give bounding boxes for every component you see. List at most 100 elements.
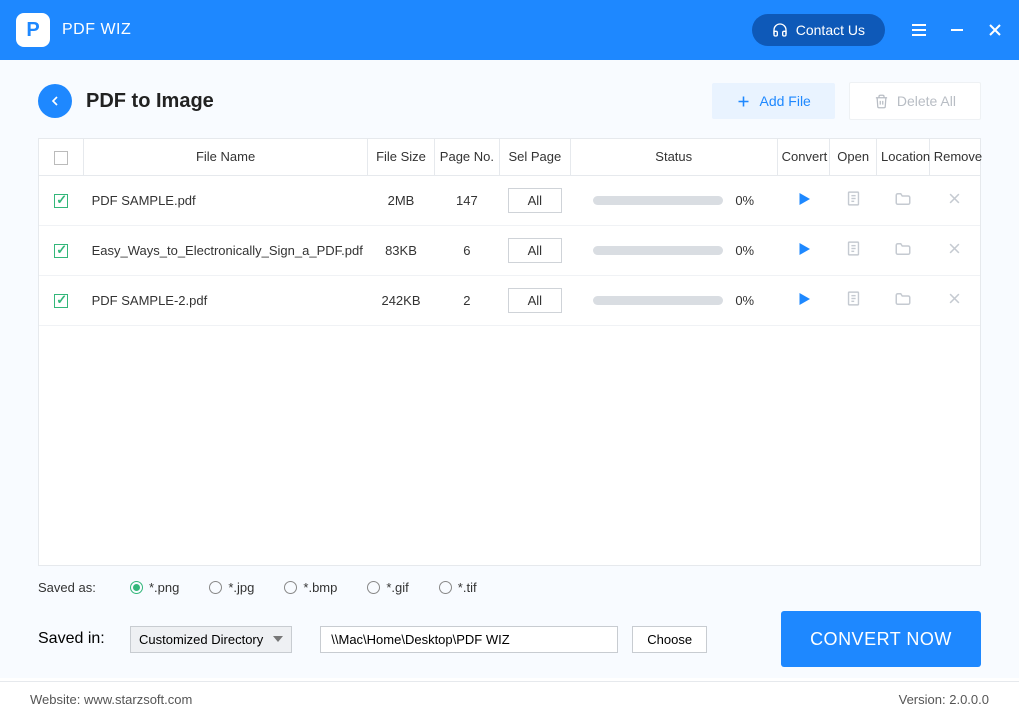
table-row: Easy_Ways_to_Electronically_Sign_a_PDF.p… <box>39 225 980 275</box>
radio-label: *.png <box>149 580 179 595</box>
file-name-cell: Easy_Ways_to_Electronically_Sign_a_PDF.p… <box>84 225 368 275</box>
menu-button[interactable] <box>911 22 927 38</box>
file-size-cell: 2MB <box>368 175 435 225</box>
logo-letter: P <box>26 19 39 42</box>
footer: Website: www.starzsoft.com Version: 2.0.… <box>0 681 1019 717</box>
status-cell: 0% <box>574 193 773 208</box>
format-radio-tif[interactable]: *.tif <box>439 580 477 595</box>
open-button[interactable] <box>845 190 862 207</box>
radio-icon <box>284 581 297 594</box>
delete-all-button[interactable]: Delete All <box>849 82 981 120</box>
page-header: PDF to Image Add File Delete All <box>38 82 981 120</box>
col-file-name: File Name <box>84 139 368 175</box>
row-checkbox[interactable] <box>54 294 68 308</box>
progress-pct: 0% <box>735 243 754 258</box>
sel-page-button[interactable]: All <box>508 188 562 213</box>
open-button[interactable] <box>845 240 862 257</box>
page-no-cell: 6 <box>434 225 499 275</box>
col-page-no: Page No. <box>434 139 499 175</box>
saved-as-label: Saved as: <box>38 580 130 595</box>
file-name-cell: PDF SAMPLE.pdf <box>84 175 368 225</box>
status-cell: 0% <box>574 293 773 308</box>
titlebar: P PDF WIZ Contact Us <box>0 0 1019 60</box>
col-file-size: File Size <box>368 139 435 175</box>
remove-button[interactable] <box>947 291 962 306</box>
add-file-label: Add File <box>759 93 810 109</box>
website-link[interactable]: www.starzsoft.com <box>84 692 192 707</box>
delete-all-label: Delete All <box>897 93 956 109</box>
version-label: Version: <box>899 692 946 707</box>
col-open: Open <box>830 139 877 175</box>
col-convert: Convert <box>777 139 830 175</box>
minimize-button[interactable] <box>949 22 965 38</box>
file-size-cell: 83KB <box>368 225 435 275</box>
location-button[interactable] <box>894 240 912 258</box>
format-radio-gif[interactable]: *.gif <box>367 580 408 595</box>
format-radio-png[interactable]: *.png <box>130 580 179 595</box>
progress-pct: 0% <box>735 193 754 208</box>
convert-button[interactable] <box>795 246 813 261</box>
radio-icon <box>367 581 380 594</box>
radio-label: *.jpg <box>228 580 254 595</box>
location-button[interactable] <box>894 290 912 308</box>
col-location: Location <box>877 139 930 175</box>
format-radio-group: *.png *.jpg *.bmp *.gif *.tif <box>130 580 477 595</box>
col-sel-page: Sel Page <box>499 139 570 175</box>
close-button[interactable] <box>987 22 1003 38</box>
contact-us-button[interactable]: Contact Us <box>752 14 885 46</box>
content-area: PDF to Image Add File Delete All File Na… <box>0 60 1019 678</box>
file-name-cell: PDF SAMPLE-2.pdf <box>84 275 368 325</box>
headset-icon <box>772 22 788 38</box>
website-label: Website: <box>30 692 80 707</box>
saved-in-label: Saved in: <box>38 630 130 648</box>
file-size-cell: 242KB <box>368 275 435 325</box>
radio-icon <box>439 581 452 594</box>
table-row: PDF SAMPLE.pdf2MB147 All 0% <box>39 175 980 225</box>
choose-folder-button[interactable]: Choose <box>632 626 707 653</box>
page-no-cell: 2 <box>434 275 499 325</box>
progress-bar <box>593 196 723 205</box>
remove-button[interactable] <box>947 241 962 256</box>
convert-now-button[interactable]: CONVERT NOW <box>781 611 981 667</box>
convert-button[interactable] <box>795 296 813 311</box>
file-table: File Name File Size Page No. Sel Page St… <box>38 138 981 566</box>
radio-label: *.bmp <box>303 580 337 595</box>
convert-button[interactable] <box>795 196 813 211</box>
sel-page-button[interactable]: All <box>508 288 562 313</box>
directory-mode-select[interactable]: Customized Directory <box>130 626 292 653</box>
progress-bar <box>593 246 723 255</box>
chevron-down-icon <box>273 636 283 642</box>
format-radio-jpg[interactable]: *.jpg <box>209 580 254 595</box>
location-button[interactable] <box>894 190 912 208</box>
progress-pct: 0% <box>735 293 754 308</box>
output-controls: Saved as: *.png *.jpg *.bmp *.gif *.tif Save… <box>38 580 981 667</box>
back-button[interactable] <box>38 84 72 118</box>
status-cell: 0% <box>574 243 773 258</box>
sel-page-button[interactable]: All <box>508 238 562 263</box>
progress-bar <box>593 296 723 305</box>
row-checkbox[interactable] <box>54 244 68 258</box>
table-row: PDF SAMPLE-2.pdf242KB2 All 0% <box>39 275 980 325</box>
radio-icon <box>209 581 222 594</box>
remove-button[interactable] <box>947 191 962 206</box>
page-no-cell: 147 <box>434 175 499 225</box>
add-file-button[interactable]: Add File <box>712 83 834 119</box>
directory-mode-value: Customized Directory <box>139 632 263 647</box>
trash-icon <box>874 94 889 109</box>
format-radio-bmp[interactable]: *.bmp <box>284 580 337 595</box>
select-all-checkbox[interactable] <box>54 151 68 165</box>
radio-label: *.tif <box>458 580 477 595</box>
output-path-field[interactable]: \\Mac\Home\Desktop\PDF WIZ <box>320 626 618 653</box>
radio-icon <box>130 581 143 594</box>
row-checkbox[interactable] <box>54 194 68 208</box>
arrow-left-icon <box>47 93 63 109</box>
page-title: PDF to Image <box>86 90 214 113</box>
col-status: Status <box>570 139 777 175</box>
table-header-row: File Name File Size Page No. Sel Page St… <box>39 139 980 175</box>
contact-us-label: Contact Us <box>796 22 865 38</box>
radio-label: *.gif <box>386 580 408 595</box>
col-remove: Remove <box>929 139 980 175</box>
plus-icon <box>736 94 751 109</box>
app-logo: P <box>16 13 50 47</box>
open-button[interactable] <box>845 290 862 307</box>
